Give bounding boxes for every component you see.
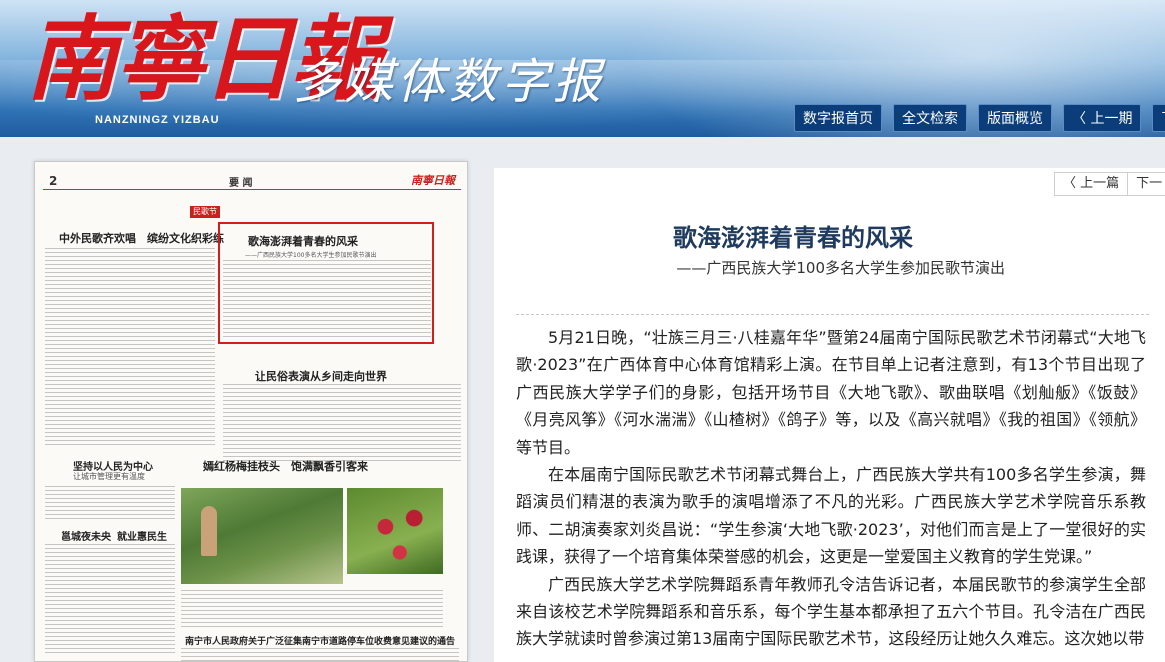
page-header-strip: 2 要 闻 南寧日報 [43, 174, 461, 190]
article-link-bayberry[interactable]: 嫣红杨梅挂枝头 饱满飘香引客来 [203, 458, 368, 474]
page-masthead: 南寧日報 [411, 174, 455, 187]
article-link-parking-notice[interactable]: 南宁市人民政府关于广泛征集南宁市道路停车位收费意见建议的通告 [185, 634, 455, 647]
title-divider [516, 314, 1149, 315]
home-button[interactable]: 数字报首页 [794, 104, 882, 132]
previous-issue-button[interactable]: 〈 上一期 [1063, 104, 1142, 132]
article-body: 5月21日晚，“壮族三月三·八桂嘉年华”暨第24届南宁国际民歌艺术节闭幕式“大地… [516, 324, 1146, 653]
next-issue-button[interactable]: 下一 [1152, 104, 1165, 132]
article-link-folk-songs[interactable]: 中外民歌齐欢唱 缤纷文化织彩练 [59, 230, 224, 246]
top-nav: 数字报首页 全文检索 版面概览 〈 上一期 下一 [794, 104, 1165, 132]
article-link-selected[interactable]: 歌海澎湃着青春的风采 [248, 233, 358, 249]
article-paragraph: 广西民族大学艺术学院舞蹈系青年教师孔令洁告诉记者，本届民歌节的参演学生全部来自该… [516, 574, 1146, 649]
header-banner: 南寧日報 NANZNINGZ YIZBAU 多媒体数字报 数字报首页 全文检索 … [0, 0, 1165, 137]
article-link-folk-performance[interactable]: 让民俗表演从乡间走向世界 [255, 368, 387, 384]
newspaper-page-image[interactable]: 2 要 闻 南寧日報 中外民歌齐欢唱 缤纷文化织彩练 民歌节 歌海澎湃着青春的风… [34, 161, 468, 662]
site-subtitle: 多媒体数字报 [293, 54, 606, 110]
page-overview-button[interactable]: 版面概览 [978, 104, 1052, 132]
previous-article-button[interactable]: 〈 上一篇 [1054, 172, 1129, 196]
page-number: 2 [49, 174, 58, 188]
article-link-city-management-sub: 让城市管理更有温度 [73, 472, 145, 481]
article-subtitle: ——广西民族大学100多名大学生参加民歌节演出 [676, 259, 1005, 277]
page-section: 要 闻 [229, 178, 253, 189]
article-title: 歌海澎湃着青春的风采 [673, 224, 913, 252]
article-paragraph: 5月21日晚，“壮族三月三·八桂嘉年华”暨第24届南宁国际民歌艺术节闭幕式“大地… [516, 328, 1146, 457]
article-link-selected-sub: ——广西民族大学100多名大学生参加民歌节演出 [245, 252, 377, 259]
bayberry-fruit-photo[interactable] [347, 488, 443, 574]
article-panel: 〈 上一篇 下一 歌海澎湃着青春的风采 ——广西民族大学100多名大学生参加民歌… [494, 168, 1165, 662]
fulltext-search-button[interactable]: 全文检索 [893, 104, 967, 132]
article-link-employment[interactable]: 就业惠民生 [117, 528, 167, 543]
next-article-button[interactable]: 下一 [1128, 172, 1165, 196]
article-nav: 〈 上一篇 下一 [1054, 172, 1165, 196]
article-link-night[interactable]: 邕城夜未央 [61, 528, 111, 543]
bayberry-orchard-photo[interactable] [181, 488, 343, 584]
site-logo-english: NANZNINGZ YIZBAU [95, 114, 220, 126]
newspaper-panel: 2 要 闻 南寧日報 中外民歌齐欢唱 缤纷文化织彩练 民歌节 歌海澎湃着青春的风… [10, 137, 478, 662]
section-tag: 民歌节 [190, 206, 220, 218]
article-paragraph: 在本届南宁国际民歌艺术节闭幕式舞台上，广西民族大学共有100多名学生参演，舞蹈演… [516, 465, 1146, 567]
